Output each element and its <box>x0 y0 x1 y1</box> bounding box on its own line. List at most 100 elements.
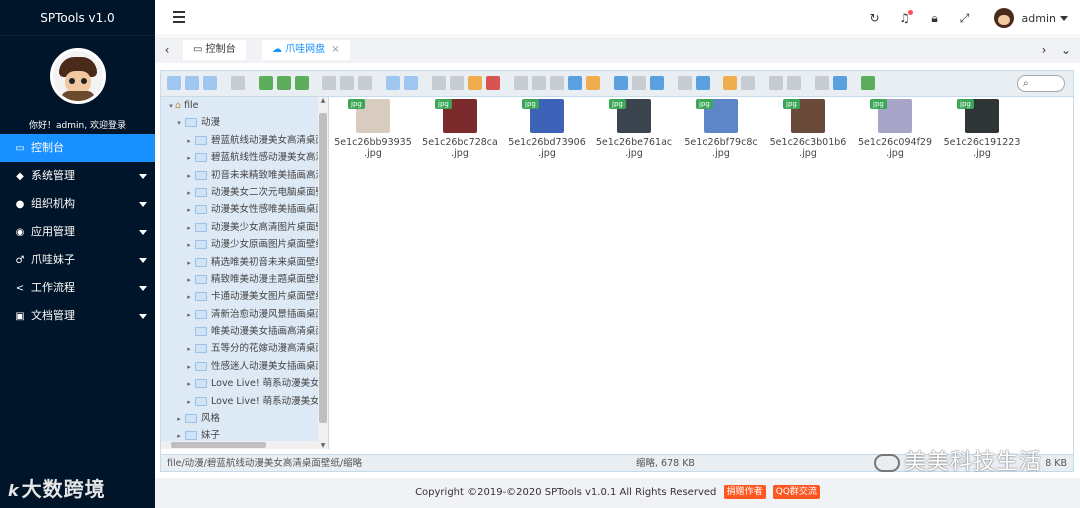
sidebar-item-workflow[interactable]: < 工作流程 <box>0 274 155 302</box>
sidebar-item-docs[interactable]: ▣ 文档管理 <box>0 302 155 330</box>
tree-item[interactable]: ▸ 性感迷人动漫美女插画桌面壁纸 <box>161 358 328 375</box>
tab-scroll-left-icon[interactable]: ‹ <box>157 41 177 59</box>
sort-icon[interactable] <box>769 75 784 90</box>
tree-item[interactable]: ▸ Love Live! 萌系动漫美女高清桌面壁纸 <box>161 393 328 410</box>
unarchive-icon[interactable] <box>741 75 756 90</box>
list-view-icon[interactable] <box>631 75 646 90</box>
tab-menu-chevron-icon[interactable]: ⌄ <box>1056 41 1076 59</box>
user-avatar[interactable] <box>993 8 1014 28</box>
tab-netdisk[interactable]: ☁ 爪哇网盘 × <box>262 40 350 60</box>
extract-icon[interactable] <box>585 75 600 90</box>
file-item[interactable]: jpg 5e1c26c094f29 .jpg <box>853 99 937 159</box>
refresh-icon[interactable]: ↻ <box>860 11 890 25</box>
tree-root[interactable]: ▾ ⌂ file <box>161 97 328 114</box>
grid-view-icon[interactable] <box>613 75 628 90</box>
rename-icon[interactable] <box>531 75 546 90</box>
tab-console[interactable]: ▭ 控制台 <box>183 40 246 60</box>
search-input[interactable]: ⌕ <box>1017 75 1065 92</box>
scroll-down-icon[interactable]: ▼ <box>318 442 328 449</box>
delete-icon[interactable] <box>486 75 501 90</box>
sidebar-item-system[interactable]: ◆ 系统管理 <box>0 162 155 190</box>
fullscreen-icon[interactable]: ⤢ <box>950 11 980 26</box>
preview-icon[interactable] <box>677 75 692 90</box>
sidebar-item-org[interactable]: ● 组织机构 <box>0 190 155 218</box>
tree-item[interactable]: ▸ 碧蓝航线性感动漫美女高清桌面壁纸 <box>161 149 328 166</box>
tree-hscrollbar[interactable] <box>161 441 319 449</box>
archive-icon[interactable] <box>723 75 738 90</box>
file-name: 5e1c26bf79c8c .jpg <box>679 137 763 159</box>
tree-item[interactable]: 唯美动漫美女插画高清桌面壁纸 <box>161 323 328 340</box>
file-item[interactable]: jpg 5e1c26bd73906 .jpg <box>505 99 589 159</box>
chevron-down-icon <box>139 230 147 235</box>
qq-group-button[interactable]: QQ群交流 <box>772 485 820 499</box>
tab-scroll-right-icon[interactable]: › <box>1034 41 1054 59</box>
chevron-right-icon: ▸ <box>187 154 191 163</box>
home-icon[interactable] <box>230 75 245 90</box>
info-icon[interactable] <box>695 75 710 90</box>
edit-icon[interactable] <box>549 75 564 90</box>
tree-item[interactable]: ▸ 精选唯美初音未来桌面壁纸 <box>161 254 328 271</box>
tree-label: 清新治愈动漫风景插画桌面壁纸 <box>211 308 328 320</box>
duplicate-icon[interactable] <box>513 75 528 90</box>
new-folder-icon[interactable] <box>258 75 273 90</box>
resize-icon[interactable] <box>567 75 582 90</box>
open-icon[interactable] <box>322 75 337 90</box>
tree-item[interactable]: ▸ Love Live! 萌系动漫美女高清桌面壁纸 <box>161 375 328 392</box>
undo-icon[interactable] <box>386 75 401 90</box>
menu-toggle-icon[interactable] <box>173 11 185 23</box>
places-icon[interactable] <box>787 75 802 90</box>
tree-label: 妹子 <box>201 430 221 442</box>
scroll-thumb[interactable] <box>171 442 266 448</box>
select-icon[interactable] <box>358 75 373 90</box>
new-file-icon[interactable] <box>276 75 291 90</box>
tree-item[interactable]: ▸ 碧蓝航线动漫美女高清桌面壁纸 <box>161 132 328 149</box>
tree-item[interactable]: ▸ 精致唯美动漫主题桌面壁纸 <box>161 271 328 288</box>
chevron-down-icon[interactable] <box>1060 15 1068 21</box>
redo-icon[interactable] <box>404 75 419 90</box>
file-item[interactable]: jpg 5e1c26bb93935 .jpg <box>331 99 415 159</box>
file-item[interactable]: jpg 5e1c26be761ac .jpg <box>592 99 676 159</box>
tree-scrollbar[interactable]: ▲ ▼ <box>318 97 328 449</box>
tree-label: 碧蓝航线性感动漫美女高清桌面壁纸 <box>211 152 328 164</box>
scroll-up-icon[interactable]: ▲ <box>318 97 328 104</box>
donate-button[interactable]: 捐赠作者 <box>723 485 766 499</box>
scroll-thumb[interactable] <box>319 113 327 423</box>
download-icon[interactable] <box>340 75 355 90</box>
tree-item[interactable]: ▸ 动漫美女二次元电脑桌面壁纸 <box>161 184 328 201</box>
tree-item[interactable]: ▾ 动漫 <box>161 114 328 131</box>
close-icon[interactable]: × <box>331 44 339 55</box>
settings-icon[interactable] <box>815 75 830 90</box>
sidebar-item-apps[interactable]: ◉ 应用管理 <box>0 218 155 246</box>
save-icon[interactable] <box>294 75 309 90</box>
tree-item[interactable]: ▸ 动漫少女原画图片桌面壁纸 <box>161 236 328 253</box>
user-name[interactable]: admin <box>1022 12 1056 25</box>
tree-item[interactable]: ▸ 风格 <box>161 410 328 427</box>
folder-icon <box>195 309 207 319</box>
sidebar-item-console[interactable]: ▭ 控制台 <box>0 134 155 162</box>
layers-icon: ◆ <box>16 171 24 182</box>
tree-item[interactable]: ▸ 初音未来精致唯美插画高清桌面壁纸 <box>161 167 328 184</box>
tree-item[interactable]: ▸ 清新治愈动漫风景插画桌面壁纸 <box>161 306 328 323</box>
bell-icon[interactable]: ♫ <box>890 10 920 25</box>
tree-item[interactable]: ▸ 五等分的花嫁动漫高清桌面壁纸 <box>161 340 328 357</box>
lock-icon[interactable]: 🔒︎ <box>920 11 950 26</box>
tree-item[interactable]: ▸ 卡通动漫美女图片桌面壁纸 <box>161 288 328 305</box>
up-icon[interactable] <box>203 75 217 90</box>
file-item[interactable]: jpg 5e1c26bc728ca .jpg <box>418 99 502 159</box>
fullscreen-icon[interactable] <box>860 75 875 90</box>
file-item[interactable]: jpg 5e1c26bf79c8c .jpg <box>679 99 763 159</box>
icons-view-icon[interactable] <box>649 75 664 90</box>
sidebar-item-girls[interactable]: ♂ 爪哇妹子 <box>0 246 155 274</box>
help-icon[interactable] <box>833 75 848 90</box>
tree-item[interactable]: ▸ 动漫美女性感唯美插画桌面壁纸 <box>161 201 328 218</box>
avatar[interactable] <box>49 48 106 104</box>
forward-icon[interactable] <box>185 75 199 90</box>
cut-icon[interactable] <box>450 75 465 90</box>
file-item[interactable]: jpg 5e1c26c191223 .jpg <box>940 99 1024 159</box>
file-item[interactable]: jpg 5e1c26c3b01b6 .jpg <box>766 99 850 159</box>
tree-item[interactable]: ▸ 动漫美少女高清图片桌面壁纸 <box>161 219 328 236</box>
back-icon[interactable] <box>167 75 181 90</box>
folder-icon <box>195 379 207 389</box>
copy-icon[interactable] <box>468 75 483 90</box>
reload-icon[interactable] <box>432 75 447 90</box>
